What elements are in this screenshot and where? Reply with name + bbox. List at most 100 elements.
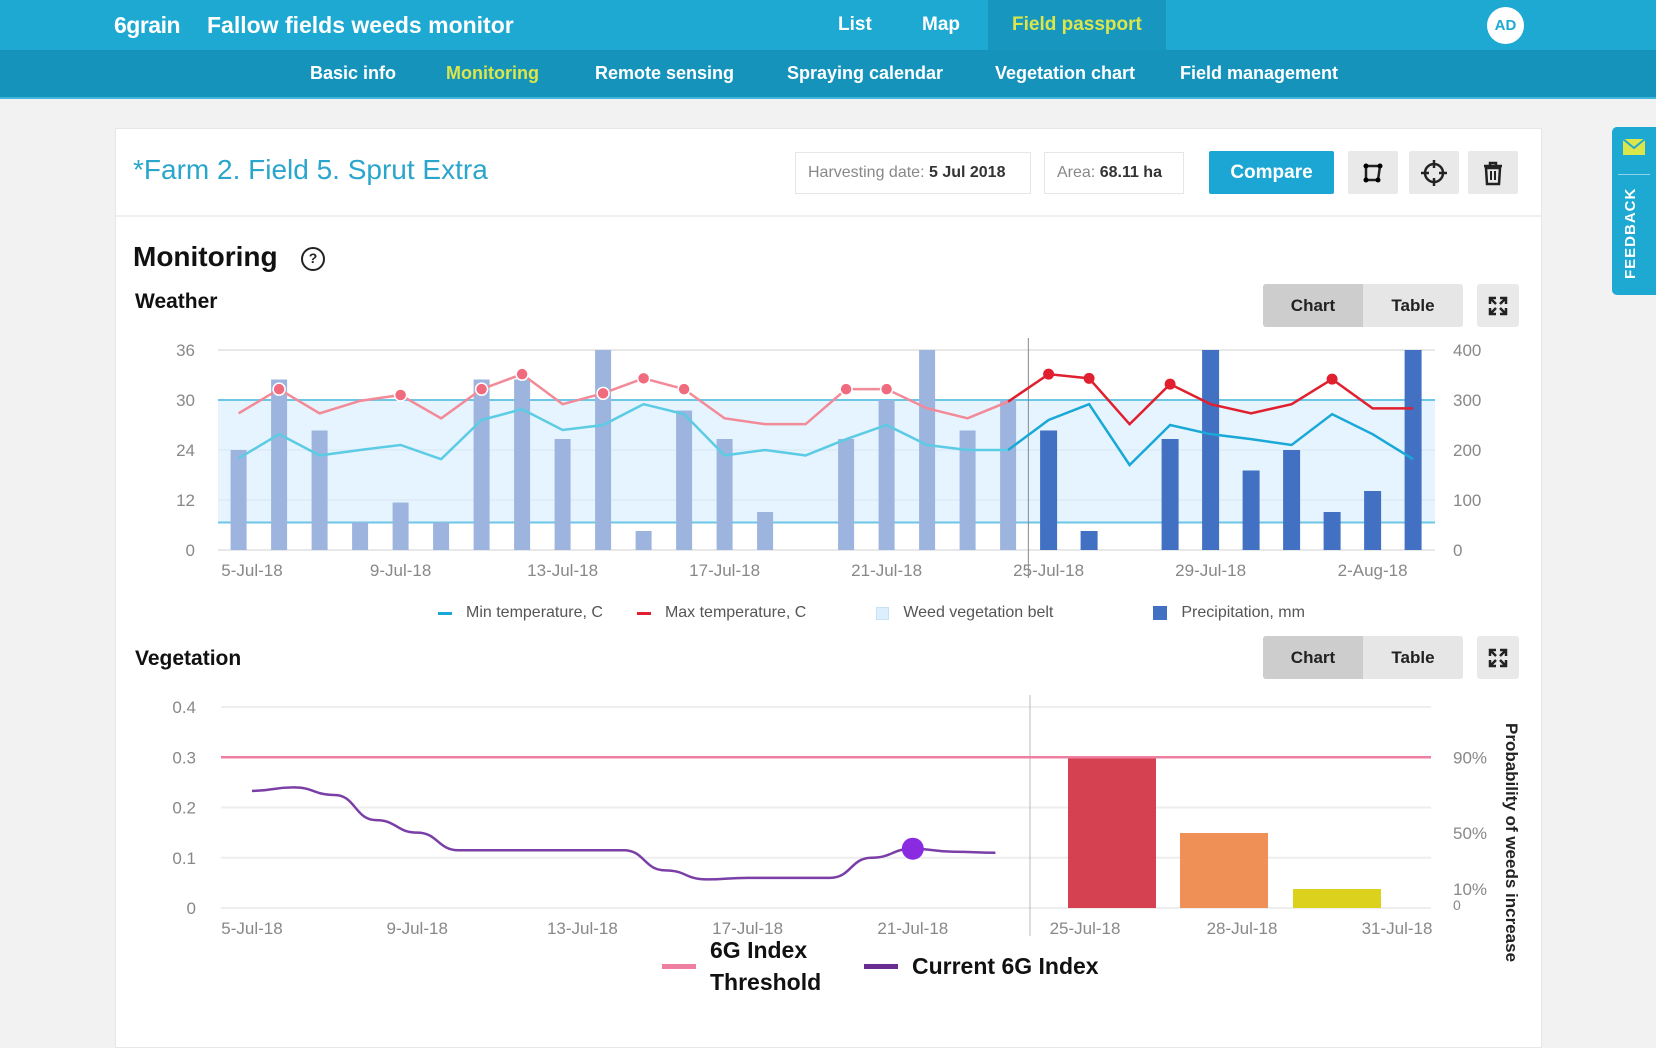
feedback-label: FEEDBACK [1622,187,1639,279]
legend-precip-swatch [1153,606,1168,620]
x-tick-label: 25-Jul-18 [1013,561,1084,580]
legend-threshold-swatch [662,963,696,969]
y-right-tick: 0 [1453,541,1462,560]
max-temperature-marker [1326,373,1338,385]
max-temperature-marker [272,382,286,396]
subnav-field-management[interactable]: Field management [1180,50,1338,97]
legend-precip-label: Precipitation, mm [1181,604,1305,621]
precipitation-bar [1161,439,1179,550]
precipitation-bar [878,400,895,550]
precipitation-bar [271,379,288,550]
max-temperature-marker [1164,378,1176,390]
legend-index-label: Current 6G Index [912,952,1099,979]
precipitation-bar [352,522,369,550]
precipitation-bar [1364,491,1382,550]
weather-table-tab[interactable]: Table [1363,284,1463,327]
y-right-tick: 200 [1453,441,1481,460]
precipitation-bar [635,531,652,550]
edit-polygon-button[interactable] [1348,151,1398,194]
locate-button[interactable] [1409,151,1459,194]
y-left-tick: 24 [176,441,195,460]
max-temperature-marker [1083,372,1095,384]
y-left-tick: 0.4 [172,698,196,717]
x-tick-label: 2-Aug-18 [1338,561,1408,580]
legend-min-swatch [438,611,452,615]
sub-nav: Basic info Monitoring Remote sensing Spr… [0,50,1656,99]
x-tick-label: 13-Jul-18 [527,561,598,580]
nav-list[interactable]: List [826,0,884,50]
polygon-edit-icon [1363,163,1383,182]
y-left-tick: 0.3 [172,748,196,767]
x-tick-label: 31-Jul-18 [1362,919,1433,938]
field-header: *Farm 2. Field 5. Sprut Extra Harvesting… [116,129,1541,217]
nav-map[interactable]: Map [910,0,972,50]
weather-expand-button[interactable] [1477,284,1519,327]
legend-belt-swatch [876,606,890,620]
current-index-marker [901,837,924,860]
legend-belt-label: Weed vegetation belt [903,604,1054,621]
y-left-tick: 30 [176,391,195,410]
precipitation-bar [1040,430,1058,550]
logo[interactable]: 6grain [114,12,181,39]
avatar[interactable]: AD [1487,7,1524,44]
compare-button[interactable]: Compare [1209,151,1334,194]
max-temperature-marker [879,382,894,396]
subnav-vegetation-chart[interactable]: Vegetation chart [995,50,1135,97]
subnav-basic-info[interactable]: Basic info [310,50,396,97]
x-tick-label: 28-Jul-18 [1207,919,1278,938]
harvest-date-box: Harvesting date: 5 Jul 2018 [795,152,1031,194]
harvest-label: Harvesting date: [808,164,925,181]
x-tick-label: 9-Jul-18 [370,561,431,580]
precipitation-bar [595,350,612,550]
feedback-tab[interactable]: FEEDBACK [1612,127,1656,295]
y-right-tick: 300 [1453,391,1481,410]
expand-icon [1488,296,1508,315]
max-temperature-marker [474,382,489,396]
y-right-tick: 50% [1453,824,1487,843]
legend-max-swatch [636,611,651,615]
app-title: Fallow fields weeds monitor [207,12,514,38]
precipitation-bar [473,379,490,550]
area-label: Area: [1057,164,1096,181]
max-temperature-marker [636,371,651,386]
feedback-divider [1618,174,1650,175]
max-temperature-marker [596,386,610,401]
precipitation-bar [1202,350,1220,550]
weather-view-toggle: Chart Table [1263,284,1463,327]
y-right-tick: 90% [1453,748,1487,767]
precipitation-bar [1283,450,1301,550]
harvest-value: 5 Jul 2018 [928,164,1006,181]
x-tick-label: 17-Jul-18 [689,561,760,580]
x-tick-label: 5-Jul-18 [221,919,282,938]
x-tick-label: 21-Jul-18 [851,561,922,580]
precipitation-bar [757,512,774,550]
subnav-monitoring[interactable]: Monitoring [446,50,539,97]
precipitation-bar [392,502,409,550]
precipitation-bar [1000,400,1017,550]
max-temperature-marker [393,388,408,402]
vegetation-legend: 6G Index Threshold Current 6G Index [662,934,1099,998]
precipitation-bar [1323,512,1341,550]
x-tick-label: 9-Jul-18 [386,919,447,938]
trash-icon [1484,161,1502,185]
precipitation-bar [1404,350,1422,550]
y-right-tick: 400 [1453,341,1481,360]
help-icon[interactable]: ? [301,247,325,271]
weather-chart-tab[interactable]: Chart [1263,284,1363,327]
x-tick-label: 5-Jul-18 [221,561,282,580]
nav-field-passport[interactable]: Field passport [988,0,1166,50]
field-title: *Farm 2. Field 5. Sprut Extra [133,154,488,185]
y-left-tick: 36 [176,341,195,360]
y-right-axis-title: Probability of weeds increase [1502,723,1521,962]
precipitation-bar [1080,531,1098,550]
subnav-spraying-calendar[interactable]: Spraying calendar [787,50,943,97]
precipitation-bar [554,439,571,550]
y-left-tick: 0.2 [172,799,196,818]
delete-button[interactable] [1468,151,1518,194]
legend-index-swatch [864,963,898,969]
y-left-tick: 0.1 [172,849,196,868]
subnav-remote-sensing[interactable]: Remote sensing [595,50,734,97]
mail-icon [1622,138,1646,155]
probability-bar [1068,757,1156,908]
x-tick-label: 13-Jul-18 [547,919,618,938]
